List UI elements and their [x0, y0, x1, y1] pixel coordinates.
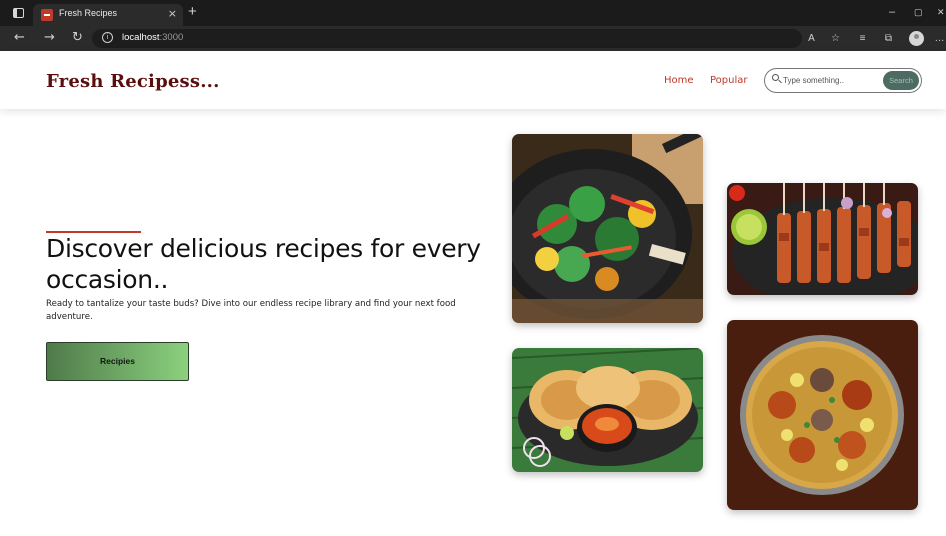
favorite-star-icon[interactable]: ☆ [829, 32, 842, 45]
tab-close-icon[interactable]: × [168, 7, 177, 21]
nav-home-link[interactable]: Home [664, 75, 694, 86]
search-icon [772, 74, 779, 81]
collections-icon[interactable]: ⧉ [882, 32, 895, 45]
tab-title: Fresh Recipes [59, 8, 118, 18]
search-input[interactable] [783, 72, 883, 89]
hero-title: Discover delicious recipes for every occ… [46, 234, 481, 294]
hero-subtitle: Ready to tantalize your taste buds? Dive… [46, 299, 456, 322]
favorites-list-icon[interactable]: ≡ [856, 32, 869, 45]
new-tab-icon[interactable]: + [188, 4, 197, 20]
site-header: Fresh Recipess... Home Popular Search [0, 51, 946, 109]
paratha-curry-image [512, 348, 703, 472]
url-text[interactable]: localhost:3000 [122, 32, 183, 43]
search-button[interactable]: Search [883, 71, 919, 90]
site-info-icon[interactable]: i [102, 32, 113, 43]
chicken-skewers-image [727, 183, 918, 295]
restore-icon[interactable]: ▢ [914, 7, 923, 18]
recipes-button[interactable]: Recipies [46, 342, 189, 381]
refresh-icon[interactable]: ↻ [72, 31, 83, 45]
tab-actions-icon[interactable] [13, 8, 24, 18]
address-bar: ← → ↻ i localhost:3000 A ☆ ≡ ⧉ … [0, 26, 946, 51]
site-favicon-icon [41, 9, 53, 21]
stir-fry-image [512, 134, 703, 323]
back-icon[interactable]: ← [14, 31, 25, 45]
browser-tab-bar: Fresh Recipes × + – ▢ ✕ [0, 0, 946, 26]
more-menu-icon[interactable]: … [933, 32, 946, 45]
biryani-image [727, 320, 918, 510]
search-form: Search [764, 68, 922, 93]
minimize-icon[interactable]: – [889, 6, 895, 18]
site-logo[interactable]: Fresh Recipess... [46, 71, 220, 92]
browser-tab[interactable]: Fresh Recipes × [33, 4, 183, 26]
nav-popular-link[interactable]: Popular [710, 75, 748, 86]
profile-avatar[interactable] [909, 31, 924, 46]
read-aloud-icon[interactable]: A [805, 32, 818, 45]
forward-icon[interactable]: → [44, 31, 55, 45]
url-field[interactable]: i localhost:3000 [92, 29, 802, 48]
close-window-icon[interactable]: ✕ [937, 7, 945, 18]
